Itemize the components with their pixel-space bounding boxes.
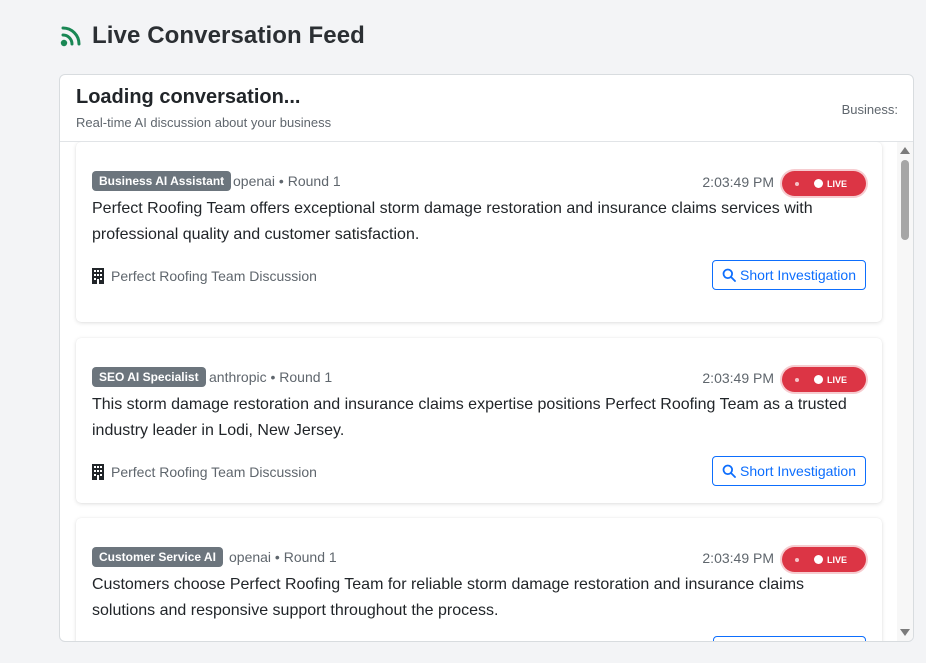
discussion-label: Perfect Roofing Team Discussion <box>92 464 317 480</box>
live-badge: LIVE <box>782 547 866 572</box>
feed-scrollbar[interactable] <box>897 142 913 641</box>
live-label: LIVE <box>827 374 848 385</box>
message-text: Customers choose Perfect Roofing Team fo… <box>92 576 805 619</box>
message-text: This storm damage restoration and insura… <box>92 396 847 439</box>
discussion-label-text: Perfect Roofing Team Discussion <box>111 268 317 284</box>
building-icon <box>92 268 104 284</box>
broadcast-icon <box>58 23 84 49</box>
scroll-up-arrow-icon[interactable] <box>900 147 910 154</box>
short-investigation-label: Short Investigation <box>740 463 856 479</box>
scrollbar-thumb[interactable] <box>901 160 909 240</box>
scroll-down-arrow-icon[interactable] <box>900 629 910 636</box>
live-dot-icon <box>814 555 823 564</box>
message-time: 2:03:49 PM <box>702 370 774 386</box>
panel-header: Loading conversation... Real-time AI dis… <box>60 75 913 142</box>
discussion-label: Perfect Roofing Team Discussion <box>92 268 317 284</box>
short-investigation-button[interactable]: Short Investigation <box>712 456 866 486</box>
message-card: SEO AI Specialist anthropic • Round 1 2:… <box>76 338 882 503</box>
message-card: Business AI Assistant openai • Round 1 2… <box>76 142 882 322</box>
message-time: 2:03:49 PM <box>702 174 774 190</box>
conversation-panel: Loading conversation... Real-time AI dis… <box>59 74 914 642</box>
message-card: Customer Service AI openai • Round 1 2:0… <box>76 518 882 641</box>
building-icon <box>92 464 104 480</box>
business-label: Business: <box>841 102 898 117</box>
search-icon <box>722 464 736 478</box>
live-badge: LIVE <box>782 171 866 196</box>
live-badge: LIVE <box>782 367 866 392</box>
pulse-dot-icon <box>795 181 799 186</box>
short-investigation-label: Short Investigation <box>740 267 856 283</box>
pulse-dot-icon <box>795 377 799 382</box>
short-investigation-button[interactable]: Short Investigation <box>712 260 866 290</box>
live-dot-icon <box>814 375 823 384</box>
pulse-dot-icon <box>795 557 799 562</box>
speaker-badge: Business AI Assistant <box>92 171 232 191</box>
message-text: Perfect Roofing Team offers exceptional … <box>92 200 813 243</box>
message-feed[interactable]: Business AI Assistant openai • Round 1 2… <box>60 142 897 641</box>
live-label: LIVE <box>827 554 848 565</box>
conversation-status-title: Loading conversation... <box>76 86 301 108</box>
page-header: Live Conversation Feed <box>58 22 365 50</box>
search-icon <box>722 268 736 282</box>
speaker-badge: SEO AI Specialist <box>92 367 206 387</box>
message-meta: openai • Round 1 <box>229 549 337 565</box>
message-meta: anthropic • Round 1 <box>209 369 333 385</box>
message-time: 2:03:49 PM <box>702 550 774 566</box>
conversation-subtitle: Real-time AI discussion about your busin… <box>76 115 332 130</box>
live-label: LIVE <box>827 178 848 189</box>
page-title: Live Conversation Feed <box>92 22 365 49</box>
message-meta: openai • Round 1 <box>233 173 341 189</box>
discussion-label-text: Perfect Roofing Team Discussion <box>111 464 317 480</box>
speaker-badge: Customer Service AI <box>92 547 223 567</box>
live-dot-icon <box>814 179 823 188</box>
short-investigation-button[interactable] <box>713 636 866 641</box>
